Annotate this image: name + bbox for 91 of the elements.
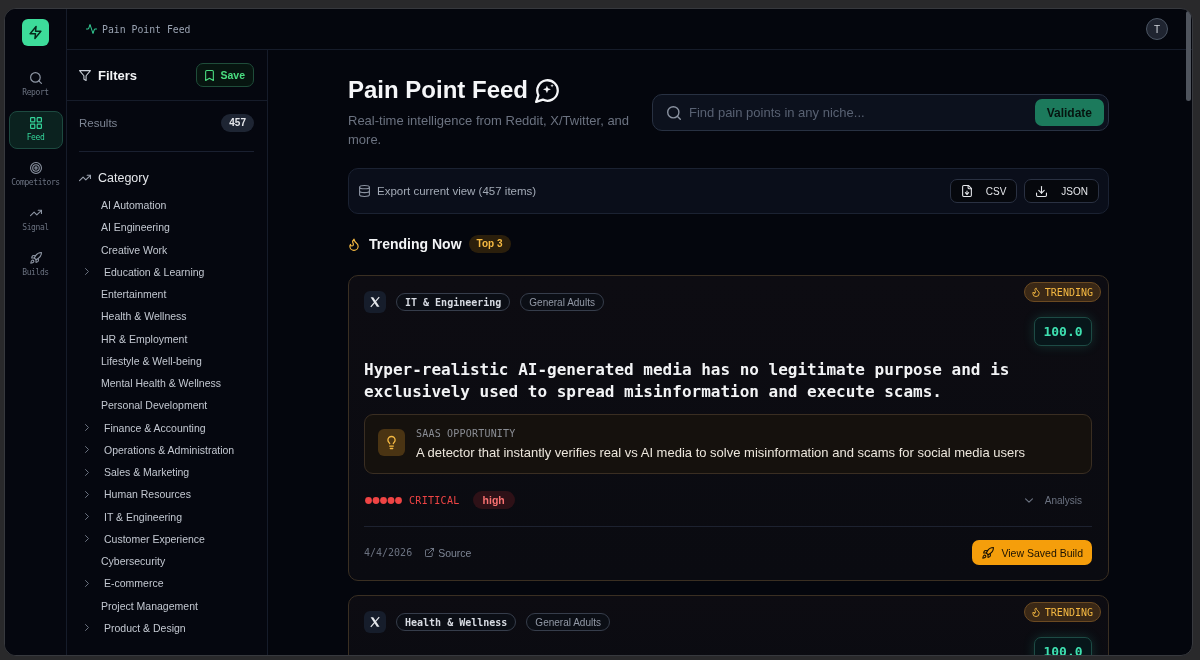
category-item[interactable]: IT & Engineering (79, 505, 254, 528)
nav-item[interactable]: Signal (8, 201, 63, 239)
category-item[interactable]: Operations & Administration (79, 438, 254, 461)
audience-tag: General Adults (520, 293, 604, 311)
results-label: Results (79, 117, 118, 129)
database-icon (359, 185, 370, 197)
category-item[interactable]: AI Automation (79, 194, 254, 217)
save-button[interactable]: Save (196, 63, 254, 87)
chat-sparkle-icon (535, 77, 561, 103)
search-icon (667, 105, 681, 120)
trending-label: TRENDING (1044, 606, 1093, 618)
source-link[interactable]: Source (425, 546, 472, 559)
view-build-button[interactable]: View Saved Build (972, 540, 1092, 565)
category-item[interactable]: Human Resources (79, 483, 254, 506)
trending-label: TRENDING (1044, 286, 1093, 298)
filter-icon (79, 69, 91, 81)
priority-badge: high (472, 491, 515, 509)
chevron-right-icon (85, 468, 89, 476)
category-item[interactable]: Customer Experience (79, 527, 254, 550)
trend-up-icon (79, 174, 91, 182)
bookmark-icon (205, 69, 215, 81)
page-title: Pain Point Feed (348, 75, 529, 105)
user-avatar[interactable]: T (1146, 18, 1168, 40)
analysis-toggle[interactable]: Analysis (1024, 494, 1082, 506)
flame-icon (1031, 287, 1040, 297)
lightbulb-icon (378, 429, 405, 456)
external-link-icon (425, 548, 435, 557)
category-tag: Health & Wellness (396, 613, 517, 631)
validate-button[interactable]: Validate (1034, 99, 1104, 126)
category-item[interactable]: Cybersecurity (79, 550, 254, 573)
search-icon (29, 72, 42, 84)
category-title: Category (98, 171, 149, 185)
export-button[interactable]: JSON (1024, 179, 1099, 203)
chevron-right-icon (85, 513, 89, 521)
audience-tag: General Adults (526, 613, 610, 631)
flame-icon (1031, 607, 1040, 617)
category-item[interactable]: HR & Employment (79, 327, 254, 350)
grid-icon (29, 117, 42, 129)
score-badge: 100.0 (1034, 317, 1092, 346)
chevron-right-icon (85, 579, 89, 587)
target-icon (29, 162, 42, 174)
category-tag: IT & Engineering (396, 293, 511, 311)
pulse-icon (86, 24, 97, 34)
pain-point-title: Hyper-realistic AI-generated media has no legitimate purpose and is exclusively used to spread misinformation and execute scams. (364, 359, 1011, 403)
filters-title: Filters (98, 67, 137, 83)
breadcrumb-title: Pain Point Feed (102, 23, 191, 35)
nav-item[interactable]: Competitors (8, 156, 63, 194)
page-subtitle: Real-time intelligence from Reddit, X/Twitter, and more. (348, 112, 631, 149)
opportunity-label: SAAS OPPORTUNITY (416, 427, 517, 440)
chevron-right-icon (85, 490, 89, 498)
section-title: Trending Now (369, 236, 462, 252)
category-item[interactable]: Project Management (79, 594, 254, 617)
flame-icon (349, 237, 359, 251)
severity-label: CRITICAL (409, 494, 460, 506)
category-item[interactable]: Creative Work (79, 238, 254, 261)
file-download-icon (961, 185, 972, 197)
export-label: Export current view (457 items) (377, 185, 537, 197)
x-mark-icon (364, 291, 386, 313)
nav-item[interactable]: Builds (8, 246, 63, 284)
lightning-logo-icon[interactable] (22, 19, 49, 46)
category-item[interactable]: Sales & Marketing (79, 461, 254, 484)
opportunity-text: A detector that instantly verifies real vs AI media to solve misinformation and scams for social media users (416, 444, 1026, 461)
chevron-right-icon (85, 624, 89, 632)
category-item[interactable]: E-commerce (79, 572, 254, 595)
chevron-right-icon (85, 424, 89, 432)
search-field[interactable]: Find pain points in any niche... Validate (652, 94, 1109, 131)
category-item[interactable]: Entertainment (79, 283, 254, 306)
category-item[interactable]: Education & Learning (79, 260, 254, 283)
chevron-right-icon (85, 446, 89, 454)
category-item[interactable]: Lifestyle & Well-being (79, 349, 254, 372)
rocket-icon (982, 546, 995, 559)
results-count-badge: 457 (221, 114, 254, 132)
nav-item[interactable]: Feed (8, 111, 63, 149)
export-button[interactable]: CSV (949, 179, 1018, 203)
chevron-right-icon (85, 535, 89, 543)
post-date: 4/4/2026 (364, 547, 413, 558)
top-badge: Top 3 (468, 235, 511, 253)
nav-item[interactable]: Report (8, 66, 63, 104)
category-item[interactable]: AI Engineering (79, 216, 254, 239)
category-item[interactable]: Personal Development (79, 394, 254, 417)
category-item[interactable]: Finance & Accounting (79, 416, 254, 439)
category-item[interactable]: Product & Design (79, 616, 254, 639)
rocket-icon (29, 252, 42, 264)
trend-up-icon (29, 207, 42, 219)
x-mark-icon (364, 611, 386, 633)
category-item[interactable]: Mental Health & Wellness (79, 372, 254, 395)
chevron-down-icon (1024, 497, 1033, 503)
chevron-right-icon (85, 268, 89, 276)
category-item[interactable]: Health & Wellness (79, 305, 254, 328)
scrollbar-thumb[interactable] (1186, 11, 1191, 101)
download-icon (1036, 185, 1048, 197)
